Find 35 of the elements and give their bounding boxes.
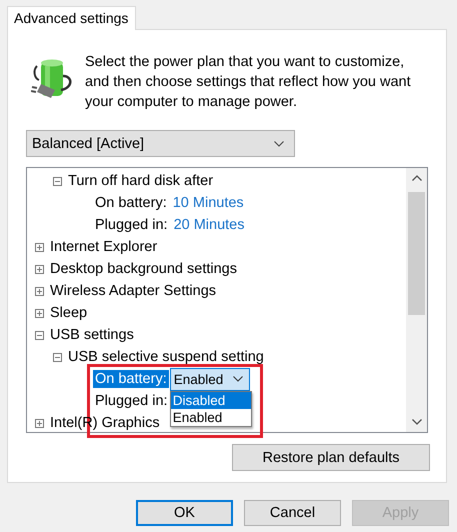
- dialog-button[interactable]: OK: [136, 500, 233, 526]
- tab[interactable]: Advanced settings: [7, 6, 136, 30]
- restore-defaults-button[interactable]: Restore plan defaults: [232, 444, 430, 471]
- collapse-icon[interactable]: [35, 330, 44, 340]
- expand-icon[interactable]: [35, 308, 44, 318]
- instruction-text: Select the power plan that you want to customize, and then choose settings that reflect how you want your computer to manage power.: [85, 53, 412, 112]
- chevron-down-icon: [274, 140, 284, 146]
- dropdown-option[interactable]: Enabled: [170, 408, 251, 426]
- scrollbar[interactable]: [406, 168, 427, 432]
- collapse-icon[interactable]: [53, 176, 62, 186]
- chevron-down-icon: [232, 376, 243, 382]
- setting-label[interactable]: On battery:: [93, 370, 169, 388]
- dropdown-option[interactable]: Disabled: [170, 392, 251, 408]
- expand-icon[interactable]: [35, 418, 44, 428]
- setting-label[interactable]: On battery:: [93, 194, 169, 212]
- scroll-thumb[interactable]: [408, 192, 425, 315]
- tree-item[interactable]: Desktop background settings: [50, 261, 237, 277]
- expand-icon[interactable]: [35, 242, 44, 252]
- scroll-up-icon[interactable]: [412, 175, 422, 181]
- tree-item[interactable]: USB settings: [50, 327, 134, 343]
- setting-label[interactable]: Plugged in:: [93, 216, 170, 234]
- setting-label[interactable]: Plugged in:: [93, 392, 170, 410]
- setting-value-link[interactable]: 20 Minutes: [174, 217, 244, 233]
- expand-icon[interactable]: [35, 286, 44, 296]
- tree-item[interactable]: Sleep: [50, 305, 88, 321]
- expand-icon[interactable]: [35, 264, 44, 274]
- tree-item[interactable]: Internet Explorer: [50, 239, 158, 255]
- tree-item[interactable]: Turn off hard disk after: [68, 173, 214, 189]
- setting-value-link[interactable]: 10 Minutes: [172, 195, 244, 211]
- tree-item[interactable]: USB selective suspend setting: [68, 349, 264, 365]
- collapse-icon[interactable]: [53, 352, 62, 362]
- power-plan-dropdown[interactable]: Balanced [Active]: [26, 130, 295, 157]
- tree-item[interactable]: Wireless Adapter Settings: [50, 283, 216, 299]
- scroll-down-icon[interactable]: [412, 419, 422, 425]
- dialog-button[interactable]: Cancel: [244, 500, 341, 526]
